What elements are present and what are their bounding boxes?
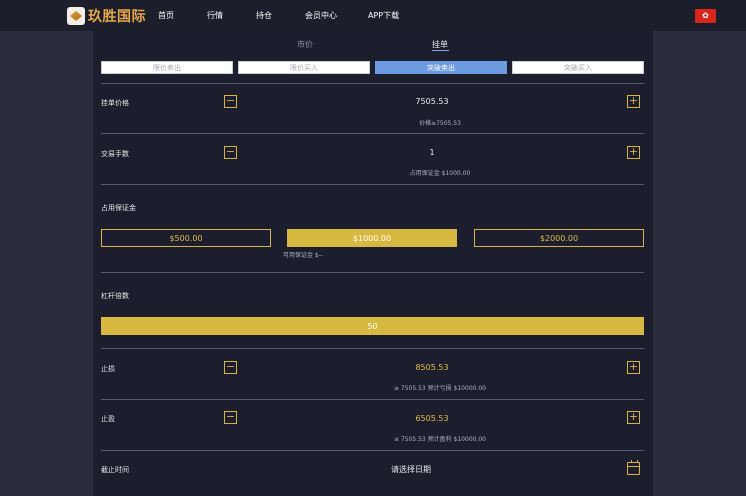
logo-icon (67, 7, 85, 25)
logo-text: 玖胜国际 (88, 9, 146, 25)
lots-plus-button[interactable]: + (627, 146, 640, 159)
stop-loss-hint: ≥ 7505.53 预计亏损 $10000.00 (393, 385, 486, 392)
margin-label: 占用保证金 (101, 204, 136, 212)
divider (101, 83, 644, 84)
active-tab-indicator (432, 50, 449, 51)
take-profit-minus-button[interactable]: − (224, 411, 237, 424)
take-profit-label: 止盈 (101, 415, 115, 423)
tab-pending-order[interactable]: 挂单 (432, 39, 448, 50)
divider (101, 133, 644, 134)
divider (101, 184, 644, 185)
order-type-limit-buy[interactable]: 限价买入 (238, 61, 370, 74)
lots-value[interactable]: 1 (332, 148, 532, 157)
order-price-plus-button[interactable]: + (627, 95, 640, 108)
expiry-label: 截止时间 (101, 466, 129, 474)
margin-option-2000[interactable]: $2000.00 (474, 229, 644, 247)
nav-app-download[interactable]: APP下载 (368, 10, 399, 21)
expiry-date-input[interactable]: 请选择日期 (391, 464, 431, 475)
language-flag-button[interactable]: ✿ (695, 9, 716, 23)
leverage-label: 杠杆倍数 (101, 292, 129, 300)
lots-minus-button[interactable]: − (224, 146, 237, 159)
order-price-minus-button[interactable]: − (224, 95, 237, 108)
divider (101, 348, 644, 349)
stop-loss-label: 止损 (101, 365, 115, 373)
nav-positions[interactable]: 持仓 (256, 10, 272, 21)
divider (101, 399, 644, 400)
lots-label: 交易手数 (101, 150, 129, 158)
available-margin-text: 可用保证金 $-- (283, 252, 324, 259)
take-profit-value[interactable]: 6505.53 (332, 414, 532, 423)
order-type-breakout-sell[interactable]: 突破卖出 (375, 61, 507, 74)
hong-kong-flag-icon: ✿ (702, 11, 709, 20)
nav-member-center[interactable]: 会员中心 (305, 10, 337, 21)
order-type-limit-sell[interactable]: 限价卖出 (101, 61, 233, 74)
margin-option-500[interactable]: $500.00 (101, 229, 271, 247)
stop-loss-minus-button[interactable]: − (224, 361, 237, 374)
lots-margin-hint: 占用保证金 $1000.00 (409, 170, 471, 177)
order-type-breakout-buy[interactable]: 突破买入 (512, 61, 644, 74)
stop-loss-plus-button[interactable]: + (627, 361, 640, 374)
order-price-value[interactable]: 7505.53 (332, 97, 532, 106)
stop-loss-value[interactable]: 8505.53 (332, 363, 532, 372)
take-profit-hint: ≤ 7505.53 预计盈利 $10000.00 (393, 436, 486, 443)
order-price-label: 挂单价格 (101, 99, 129, 107)
nav-market[interactable]: 行情 (207, 10, 223, 21)
tab-market-order[interactable]: 市价 (297, 39, 313, 50)
calendar-icon[interactable] (627, 460, 640, 475)
margin-option-1000[interactable]: $1000.00 (287, 229, 457, 247)
brand-logo[interactable]: 玖胜国际 (67, 6, 146, 26)
divider (101, 450, 644, 451)
nav-home[interactable]: 首页 (158, 10, 174, 21)
divider (101, 272, 644, 273)
order-price-hint: 价格≥7505.53 (419, 120, 461, 127)
leverage-selector[interactable]: 50 (101, 317, 644, 335)
take-profit-plus-button[interactable]: + (627, 411, 640, 424)
top-navigation-bar: 玖胜国际 首页 行情 持仓 会员中心 APP下载 ✿ (0, 0, 746, 31)
